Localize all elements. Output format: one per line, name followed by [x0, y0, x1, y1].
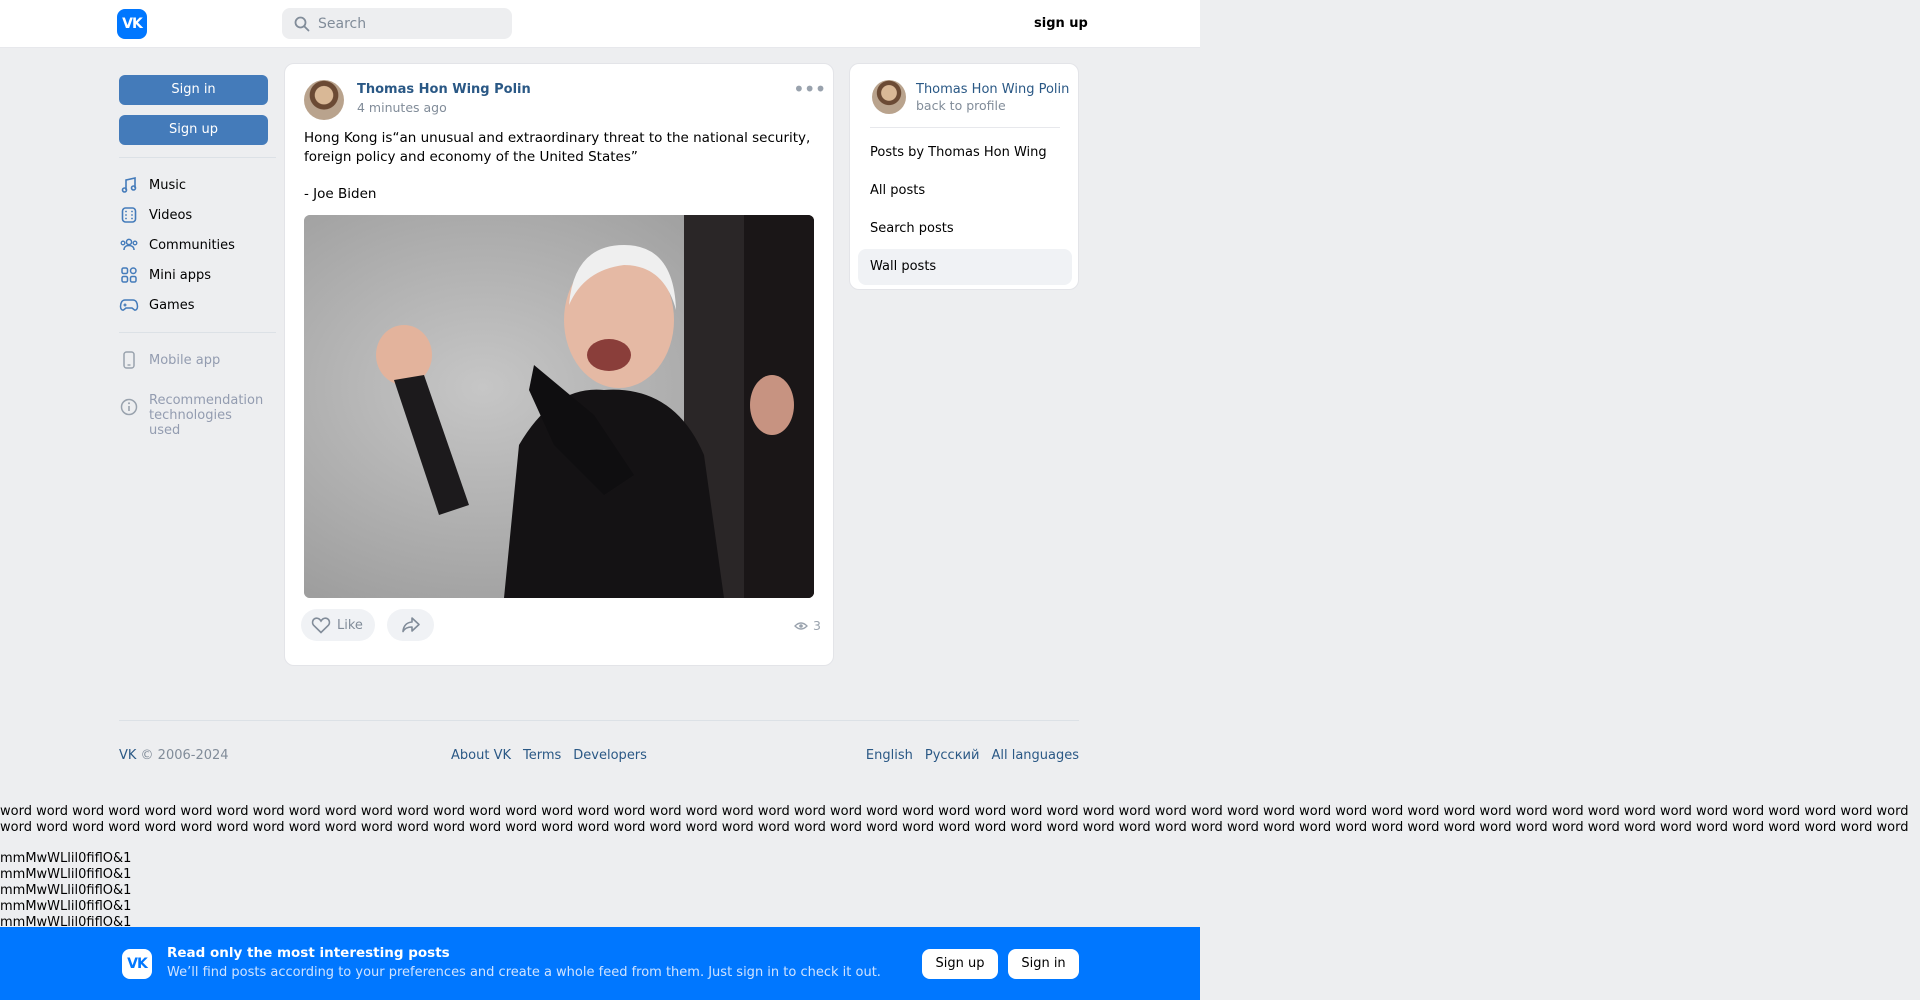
- all-languages-link[interactable]: All languages: [991, 748, 1079, 763]
- sidebar-item-communities[interactable]: Communities: [119, 230, 268, 260]
- developers-link[interactable]: Developers: [573, 748, 647, 763]
- vk-home-link[interactable]: VK: [119, 748, 136, 763]
- communities-icon: [119, 235, 139, 255]
- menu-item-all-posts[interactable]: All posts: [858, 173, 1072, 209]
- back-to-profile-link[interactable]: back to profile: [916, 98, 1006, 113]
- post-text: Hong Kong is“an unusual and extraordinar…: [304, 130, 811, 165]
- share-button[interactable]: [387, 609, 434, 641]
- sidebar-item-games[interactable]: Games: [119, 290, 268, 320]
- post-author-link[interactable]: Thomas Hon Wing Polin: [357, 82, 531, 97]
- views-counter: 3: [794, 618, 821, 633]
- post-photo[interactable]: [304, 215, 814, 598]
- top-header: VK sign up: [0, 0, 1200, 48]
- avatar[interactable]: [304, 80, 344, 120]
- sidebar-item-videos[interactable]: Videos: [119, 200, 268, 230]
- sidebar-item-label: Mobile app: [149, 352, 221, 368]
- sidebar-item-label: Music: [149, 177, 186, 193]
- mini-apps-icon: [119, 265, 139, 285]
- like-button[interactable]: Like: [301, 609, 375, 641]
- views-count: 3: [813, 618, 821, 633]
- video-icon: [119, 205, 139, 225]
- lang-russian-link[interactable]: Русский: [925, 748, 980, 763]
- menu-item-posts-by-author[interactable]: Posts by Thomas Hon Wing: [858, 135, 1072, 171]
- language-links: English Русский All languages: [866, 748, 1079, 763]
- font-test-lines: mmMwWLlil0fiflO&1 mmMwWLlil0fiflO&1 mmMw…: [0, 851, 131, 931]
- font-test-line: mmMwWLlil0fiflO&1: [0, 851, 132, 866]
- divider: [870, 127, 1060, 128]
- music-icon: [119, 175, 139, 195]
- copyright: VK © 2006-2024: [119, 748, 229, 763]
- sidebar-item-music[interactable]: Music: [119, 170, 268, 200]
- sidebar-item-label: Videos: [149, 207, 193, 223]
- left-sidebar: Sign in Sign up Music Videos Communities…: [119, 75, 276, 438]
- signup-button[interactable]: Sign up: [119, 115, 268, 145]
- signin-button[interactable]: Sign in: [119, 75, 268, 105]
- menu-item-search-posts[interactable]: Search posts: [858, 211, 1072, 247]
- posts-menu: Posts by Thomas Hon Wing All posts Searc…: [858, 135, 1072, 287]
- avatar[interactable]: [872, 80, 906, 114]
- footer-links: About VK Terms Developers: [451, 748, 647, 763]
- footer-divider: [119, 720, 1079, 721]
- signin-promo-banner: VK Read only the most interesting posts …: [0, 927, 1200, 1000]
- info-icon: [119, 397, 139, 417]
- post-actions: Like 3: [301, 609, 821, 641]
- eye-icon: [794, 621, 808, 630]
- profile-name-link[interactable]: Thomas Hon Wing Polin: [916, 82, 1069, 97]
- font-test-line: mmMwWLlil0fiflO&1: [0, 899, 132, 914]
- nav-divider: [119, 332, 276, 333]
- more-options-icon[interactable]: •••: [793, 79, 826, 104]
- like-label: Like: [337, 617, 363, 633]
- search-icon: [294, 16, 310, 31]
- vk-logo: VK: [122, 949, 152, 979]
- search-box[interactable]: [282, 8, 512, 39]
- banner-signin-button[interactable]: Sign in: [1008, 949, 1079, 979]
- banner-subtitle: We’ll find posts according to your prefe…: [167, 965, 881, 980]
- menu-item-wall-posts[interactable]: Wall posts: [858, 249, 1072, 285]
- copyright-text: © 2006-2024: [136, 748, 229, 763]
- lang-english-link[interactable]: English: [866, 748, 913, 763]
- sidebar-item-label: Mini apps: [149, 267, 212, 283]
- font-test-line: mmMwWLlil0fiflO&1: [0, 883, 132, 898]
- post-card: Thomas Hon Wing Polin 4 minutes ago ••• …: [284, 63, 834, 666]
- font-test-line: mmMwWLlil0fiflO&1: [0, 867, 132, 882]
- heart-icon: [311, 617, 331, 634]
- share-icon: [401, 617, 420, 633]
- post-timestamp[interactable]: 4 minutes ago: [357, 100, 447, 115]
- banner-signup-button[interactable]: Sign up: [922, 949, 998, 979]
- photo-illustration: [304, 215, 814, 598]
- sidebar-item-mini-apps[interactable]: Mini apps: [119, 260, 268, 290]
- sidebar-item-label: Recommendation technologies used: [149, 393, 264, 438]
- post-quote: - Joe Biden: [304, 186, 377, 202]
- sidebar-item-recommendation[interactable]: Recommendation technologies used: [119, 389, 268, 438]
- sidebar-item-label: Games: [149, 297, 195, 313]
- vk-logo[interactable]: VK: [117, 9, 147, 39]
- phone-icon: [119, 350, 139, 370]
- header-signup-link[interactable]: sign up: [1034, 16, 1088, 31]
- about-vk-link[interactable]: About VK: [451, 748, 511, 763]
- sidebar-item-mobile-app[interactable]: Mobile app: [119, 345, 268, 375]
- banner-title: Read only the most interesting posts: [167, 945, 450, 961]
- nav-divider: [119, 157, 276, 158]
- terms-link[interactable]: Terms: [523, 748, 561, 763]
- gamepad-icon: [119, 295, 139, 315]
- sidebar-item-label: Communities: [149, 237, 235, 253]
- filler-text: word word word word word word word word …: [0, 804, 1909, 835]
- search-input[interactable]: [318, 15, 498, 32]
- profile-side-card: Thomas Hon Wing Polin back to profile Po…: [849, 63, 1079, 290]
